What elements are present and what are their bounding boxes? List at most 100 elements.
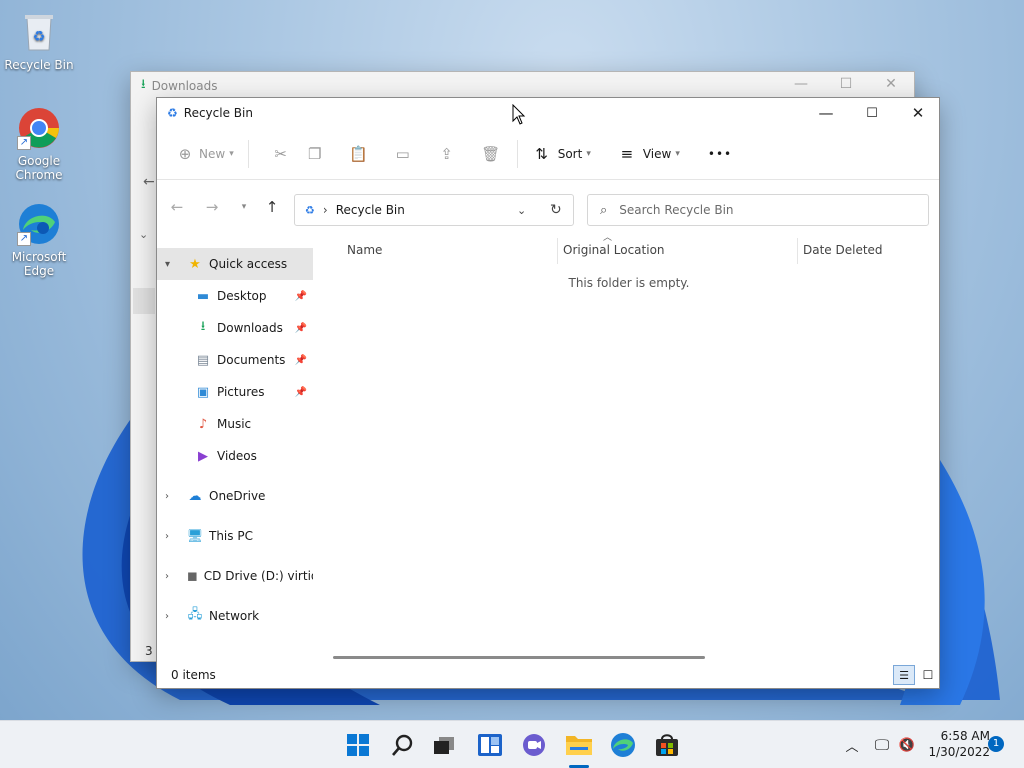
nav-documents[interactable]: ▤ Documents 📌: [157, 344, 313, 376]
status-bar: 0 items ☰ ☐: [157, 662, 939, 688]
nav-label: Videos: [217, 449, 257, 463]
column-divider[interactable]: [797, 238, 798, 264]
item-count: 0 items: [171, 668, 216, 682]
pictures-icon: ▣: [196, 384, 210, 400]
store-button[interactable]: [651, 729, 683, 761]
back-button[interactable]: ←: [165, 197, 189, 217]
recycle-bin-icon: ♻: [305, 203, 315, 217]
chevron-down-icon: ▾: [229, 148, 234, 159]
large-icons-view-button[interactable]: ☐: [917, 665, 939, 685]
nav-network[interactable]: › 🖧 Network: [157, 600, 313, 632]
notification-badge[interactable]: 1: [988, 736, 1004, 752]
onedrive-icon: ☁: [188, 488, 202, 504]
show-hidden-icons-button[interactable]: ︿: [840, 736, 864, 755]
widgets-icon: [478, 734, 502, 756]
desktop-icon-label: Google Chrome: [15, 154, 63, 182]
chevron-right-icon: ›: [165, 610, 169, 622]
window-titlebar[interactable]: ♻ Recycle Bin — ☐ ✕: [157, 98, 939, 128]
nav-label: Quick access: [209, 257, 288, 271]
view-label: View: [642, 146, 672, 161]
nav-cd-drive[interactable]: › ◼ CD Drive (D:) virtio-​: [157, 560, 313, 592]
documents-icon: ▤: [196, 352, 210, 368]
nav-desktop[interactable]: ▬ Desktop 📌: [157, 280, 313, 312]
address-bar[interactable]: ♻ › Recycle Bin ⌄ ↻: [294, 194, 574, 226]
share-icon[interactable]: ⇪: [437, 144, 457, 164]
nav-videos[interactable]: ▶ Videos: [157, 440, 313, 472]
close-button[interactable]: ✕: [881, 76, 901, 92]
widgets-button[interactable]: [474, 729, 506, 761]
rename-icon[interactable]: ▭: [393, 144, 413, 164]
clock-date: 1/30/2022: [928, 745, 990, 759]
edge-icon: [611, 733, 635, 757]
more-options-button[interactable]: •••: [708, 147, 732, 161]
recent-locations-button[interactable]: ▾: [232, 197, 256, 217]
navigation-row: ← → ▾ ↑ ♻ › Recycle Bin ⌄ ↻ ⌕ Search Rec…: [157, 180, 939, 234]
refresh-button[interactable]: ↻: [550, 202, 562, 218]
forward-button[interactable]: →: [200, 197, 224, 217]
start-button[interactable]: [342, 729, 374, 761]
column-header-original-location[interactable]: Original Location: [563, 238, 793, 262]
desktop-google-chrome[interactable]: ↗ Google Chrome: [1, 106, 77, 182]
chevron-right-icon: ›: [165, 490, 169, 502]
sort-icon: ⇅: [535, 144, 548, 163]
chat-button[interactable]: [518, 729, 550, 761]
volume-muted-icon[interactable]: 🔇: [896, 738, 918, 753]
task-view-button[interactable]: [428, 729, 460, 761]
clock[interactable]: 6:58 AM 1/30/2022: [918, 728, 990, 760]
cd-drive-icon: ◼: [187, 568, 198, 584]
column-header-date-deleted[interactable]: Date Deleted: [803, 238, 933, 262]
cut-icon[interactable]: ✂: [271, 144, 291, 164]
nav-pictures[interactable]: ▣ Pictures 📌: [157, 376, 313, 408]
minimize-button[interactable]: —: [803, 98, 849, 128]
column-label: Original Location: [563, 243, 665, 257]
videos-icon: ▶: [198, 448, 208, 464]
maximize-button[interactable]: ☐: [849, 98, 895, 128]
pin-icon: 📌: [294, 354, 307, 366]
chevron-down-icon: ▾: [165, 258, 171, 270]
plus-icon: ⊕: [178, 144, 192, 163]
taskbar: ︿ 🖵 🔇 6:58 AM 1/30/2022 1: [0, 720, 1024, 768]
search-input[interactable]: ⌕ Search Recycle Bin: [587, 194, 929, 226]
close-button[interactable]: ✕: [895, 98, 941, 128]
new-button[interactable]: ⊕ New ▾: [175, 144, 234, 164]
nav-label: This PC: [209, 529, 253, 543]
edge-icon: ↗: [17, 202, 61, 246]
nav-this-pc[interactable]: › 🖥 This PC: [157, 520, 313, 552]
sort-button[interactable]: ⇅ Sort ▾: [532, 144, 590, 164]
network-icon: 🖧: [187, 607, 203, 622]
edge-button[interactable]: [607, 729, 639, 761]
desktop-microsoft-edge[interactable]: ↗ Microsoft Edge: [1, 202, 77, 278]
new-label: New: [199, 146, 226, 161]
nav-music[interactable]: ♪ Music: [157, 408, 313, 440]
nav-label: Desktop: [217, 289, 267, 303]
up-button[interactable]: ↑: [260, 197, 284, 217]
view-icon: ≡: [620, 144, 634, 163]
file-explorer-button[interactable]: [563, 729, 595, 761]
details-view-button[interactable]: ☰: [893, 665, 915, 685]
column-header-name[interactable]: Name: [347, 238, 547, 262]
copy-icon[interactable]: ❐: [305, 144, 325, 164]
address-dropdown-button[interactable]: ⌄: [517, 204, 526, 217]
file-list[interactable]: ︿ Name Original Location Date Deleted Th…: [317, 233, 941, 659]
search-icon: ⌕: [600, 202, 608, 218]
breadcrumb-recycle-bin[interactable]: Recycle Bin: [336, 203, 405, 217]
nav-downloads[interactable]: ⭳ Downloads 📌: [157, 312, 313, 344]
delete-icon[interactable]: 🗑: [481, 144, 501, 164]
svg-text:♻: ♻: [33, 29, 46, 45]
downloads-icon: ⭳: [200, 319, 206, 334]
desktop-recycle-bin[interactable]: ♻ Recycle Bin: [1, 10, 77, 72]
this-pc-icon: 🖥: [186, 528, 204, 544]
shortcut-arrow-icon: ↗: [17, 136, 31, 150]
view-button[interactable]: ≡ View ▾: [617, 144, 680, 164]
nav-onedrive[interactable]: › ☁ OneDrive: [157, 480, 313, 512]
network-icon[interactable]: 🖵: [868, 736, 896, 754]
horizontal-scrollbar[interactable]: [333, 656, 705, 659]
paste-icon[interactable]: 📋: [349, 144, 369, 164]
column-divider[interactable]: [557, 238, 558, 264]
minimize-button[interactable]: —: [791, 76, 811, 92]
nav-quick-access[interactable]: ▾ ★ Quick access: [157, 248, 313, 280]
recycle-bin-window[interactable]: ♻ Recycle Bin — ☐ ✕ ⊕ New ▾ ✂ ❐ 📋 ▭ ⇪ 🗑 …: [156, 97, 940, 689]
mouse-cursor: [512, 104, 526, 125]
maximize-button[interactable]: ☐: [836, 76, 856, 92]
search-button[interactable]: [387, 729, 419, 761]
